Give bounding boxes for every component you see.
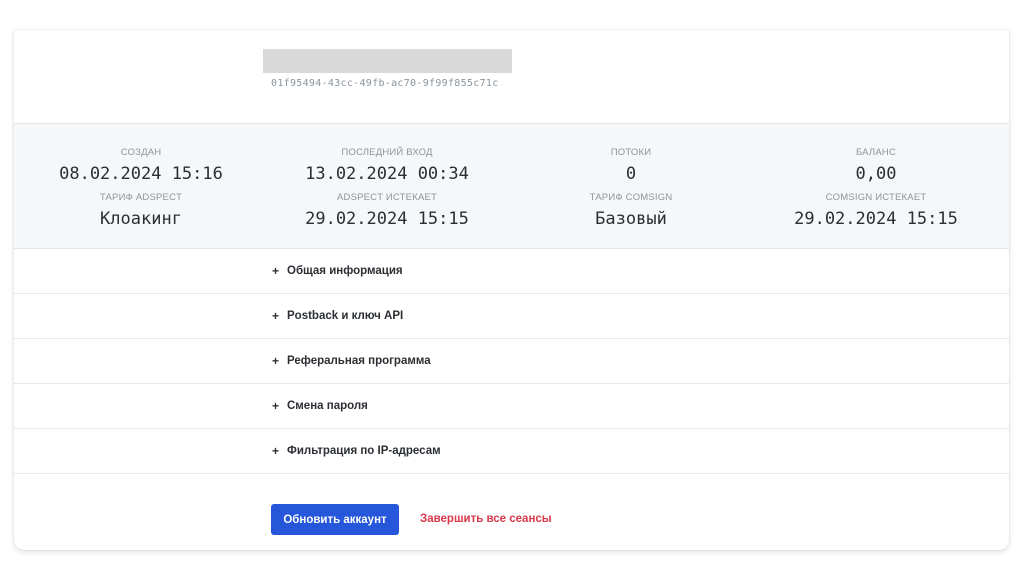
stat-value: Базовый — [595, 209, 667, 229]
stat-created: Создан 08.02.2024 15:16 — [16, 147, 266, 184]
update-account-button[interactable]: Обновить аккаунт — [271, 504, 399, 535]
stat-value: 0 — [625, 164, 637, 184]
logout-all-sessions-link[interactable]: Завершить все сеансы — [420, 513, 552, 525]
stat-flows: Потоки 0 — [506, 147, 756, 184]
section-title: Postback и ключ API — [287, 310, 404, 322]
stat-adspect-expires: Adspect истекает 29.02.2024 15:15 — [262, 192, 512, 229]
stat-value: 13.02.2024 00:34 — [305, 164, 469, 184]
expand-plus-icon: + — [272, 354, 280, 368]
stat-label: Баланс — [855, 147, 897, 158]
section-title: Общая информация — [287, 265, 403, 277]
section-postback-api[interactable]: + Postback и ключ API — [14, 294, 1009, 339]
section-title: Фильтрация по IP-адресам — [287, 445, 441, 457]
expand-plus-icon: + — [272, 264, 280, 278]
stat-comsign-plan: Тариф Comsign Базовый — [506, 192, 756, 229]
section-ip-filter[interactable]: + Фильтрация по IP-адресам — [14, 429, 1009, 474]
account-name-redacted — [263, 49, 512, 73]
section-general-info[interactable]: + Общая информация — [14, 249, 1009, 294]
section-change-password[interactable]: + Смена пароля — [14, 384, 1009, 429]
account-actions: Обновить аккаунт Завершить все сеансы — [14, 504, 1009, 536]
expand-plus-icon: + — [272, 309, 280, 323]
section-referral[interactable]: + Реферальная программа — [14, 339, 1009, 384]
stat-value: 29.02.2024 15:15 — [794, 209, 958, 229]
stat-label: Тариф Comsign — [589, 192, 673, 203]
section-title: Реферальная программа — [287, 355, 431, 367]
stat-label: Тариф Adspect — [99, 192, 183, 203]
expand-plus-icon: + — [272, 399, 280, 413]
account-card: 01f95494-43cc-49fb-ac70-9f99f855c71c Соз… — [14, 30, 1009, 550]
stat-label: Comsign истекает — [825, 192, 927, 203]
stat-value: 0,00 — [855, 164, 897, 184]
settings-sections: + Общая информация + Postback и ключ API… — [14, 249, 1009, 474]
stat-value: 08.02.2024 15:16 — [59, 164, 223, 184]
stat-value: 29.02.2024 15:15 — [305, 209, 469, 229]
account-id: 01f95494-43cc-49fb-ac70-9f99f855c71c — [271, 78, 499, 89]
stat-label: Создан — [120, 147, 162, 158]
stat-label: Adspect истекает — [336, 192, 438, 203]
section-title: Смена пароля — [287, 400, 368, 412]
account-header: 01f95494-43cc-49fb-ac70-9f99f855c71c — [14, 30, 1009, 123]
account-stats: Создан 08.02.2024 15:16 Последний вход 1… — [14, 123, 1009, 249]
stat-label: Последний вход — [341, 147, 433, 158]
expand-plus-icon: + — [272, 444, 280, 458]
stat-balance: Баланс 0,00 — [751, 147, 1001, 184]
stat-comsign-expires: Comsign истекает 29.02.2024 15:15 — [751, 192, 1001, 229]
stat-label: Потоки — [610, 147, 652, 158]
stat-value: Клоакинг — [100, 209, 182, 229]
stat-adspect-plan: Тариф Adspect Клоакинг — [16, 192, 266, 229]
stat-last-login: Последний вход 13.02.2024 00:34 — [262, 147, 512, 184]
